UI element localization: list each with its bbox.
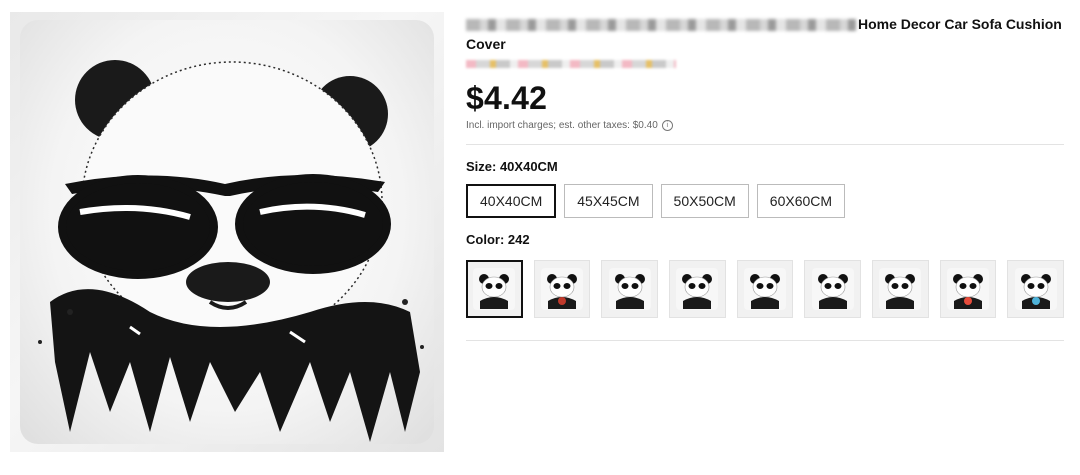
tax-note: Incl. import charges; est. other taxes: … [466,120,1064,131]
panda-thumbnail-icon [541,268,584,310]
product-title: Home Decor Car Sofa Cushion Cover [466,14,1064,54]
main-product-image [10,12,444,452]
panda-thumbnail-icon [473,268,516,310]
size-option-40x40[interactable]: 40X40CM [466,184,557,218]
info-icon[interactable]: i [661,120,673,131]
size-option-60x60[interactable]: 60X60CM [756,184,846,218]
color-swatch-2[interactable] [533,260,591,318]
color-swatch-1[interactable] [466,260,523,318]
section-divider-bottom [466,340,1064,341]
size-options: 40X40CM 45X45CM 50X50CM 60X60CM [466,184,1064,218]
color-swatch-7[interactable] [871,260,929,318]
panda-thumbnail-icon [946,268,989,310]
panda-thumbnail-icon [811,268,854,310]
color-swatch-4[interactable] [669,260,726,318]
color-swatch-6[interactable] [804,260,861,318]
size-option-50x50[interactable]: 50X50CM [660,184,749,218]
color-swatch-8[interactable] [939,260,997,318]
panda-thumbnail-icon [676,268,719,310]
color-swatches [466,260,1064,318]
redacted-title-text [466,19,856,32]
panda-thumbnail-icon [744,268,786,310]
color-swatch-9[interactable] [1007,260,1064,318]
tax-note-text: Incl. import charges; est. other taxes: … [466,120,658,131]
panda-illustration [38,60,424,442]
size-option-45x45[interactable]: 45X45CM [564,184,653,218]
product-price: $4.42 [466,80,548,116]
product-info-panel: Home Decor Car Sofa Cushion Cover $4.42 … [466,14,1064,341]
redacted-store-info [466,60,676,68]
color-swatch-3[interactable] [601,260,659,318]
panda-thumbnail-icon [608,268,651,310]
panda-thumbnail-icon [1014,268,1057,310]
section-divider [466,144,1064,145]
size-label: Size: 40X40CM [466,159,558,174]
color-label: Color: 242 [466,232,530,247]
panda-thumbnail-icon [879,268,922,310]
color-swatch-5[interactable] [736,260,794,318]
